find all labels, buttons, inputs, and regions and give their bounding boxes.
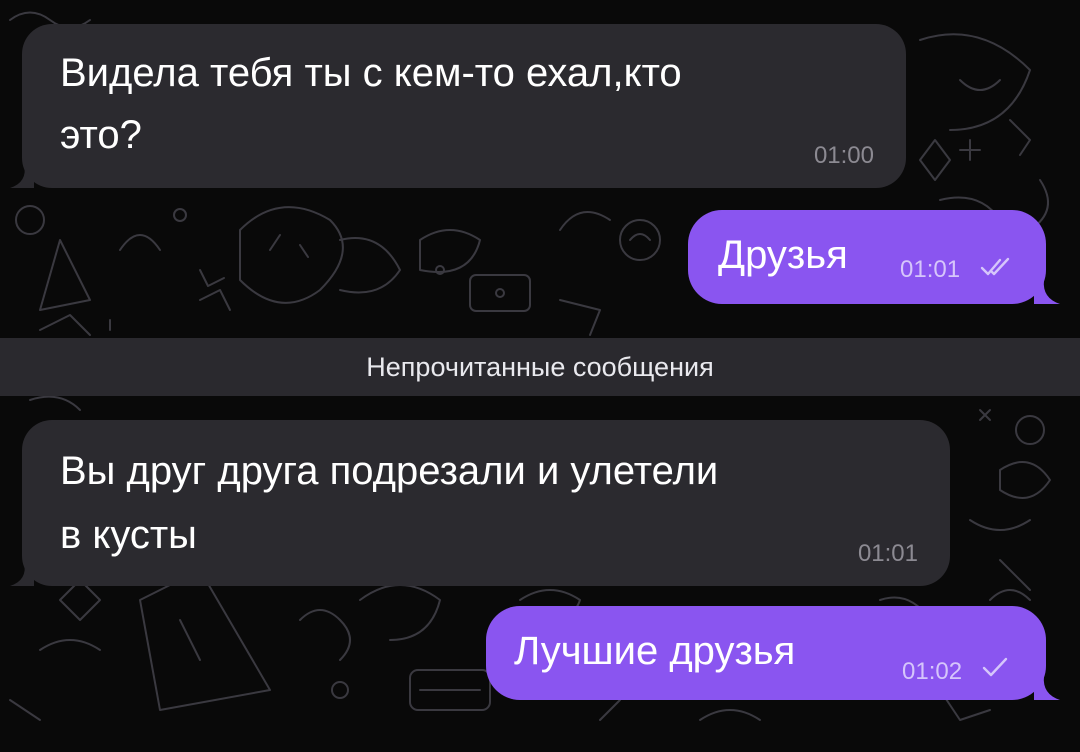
message-text: Вы друг друга подрезали и улетели — [60, 449, 719, 493]
incoming-message-bubble[interactable]: Видела тебя ты с кем-то ехал,кто это? 01… — [22, 24, 906, 188]
message-text: это? — [60, 113, 142, 157]
outgoing-message-bubble[interactable]: Друзья 01:01 — [688, 210, 1046, 304]
message-text: Друзья — [718, 233, 848, 277]
message-text: в кусты — [60, 513, 197, 557]
outgoing-message-bubble[interactable]: Лучшие друзья 01:02 — [486, 606, 1046, 700]
bubble-tail — [1034, 280, 1060, 304]
message-time: 01:00 — [813, 142, 874, 169]
double-check-icon — [980, 257, 1010, 276]
message-time: 01:01 — [900, 256, 961, 283]
unread-messages-divider: Непрочитанные сообщения — [0, 338, 1080, 396]
message-time: 01:02 — [902, 658, 963, 685]
message-text: Видела тебя ты с кем-то ехал,кто — [60, 51, 682, 95]
bubble-tail — [10, 164, 34, 188]
unread-messages-label: Непрочитанные сообщения — [366, 352, 714, 382]
check-icon — [982, 657, 1008, 677]
bubble-tail — [1034, 676, 1060, 700]
incoming-message-bubble[interactable]: Вы друг друга подрезали и улетели в куст… — [22, 420, 950, 586]
message-text: Лучшие друзья — [514, 629, 796, 673]
chat-screen: Видела тебя ты с кем-то ехал,кто это? 01… — [0, 0, 1080, 752]
bubble-tail — [10, 562, 34, 586]
message-time: 01:01 — [857, 540, 918, 567]
